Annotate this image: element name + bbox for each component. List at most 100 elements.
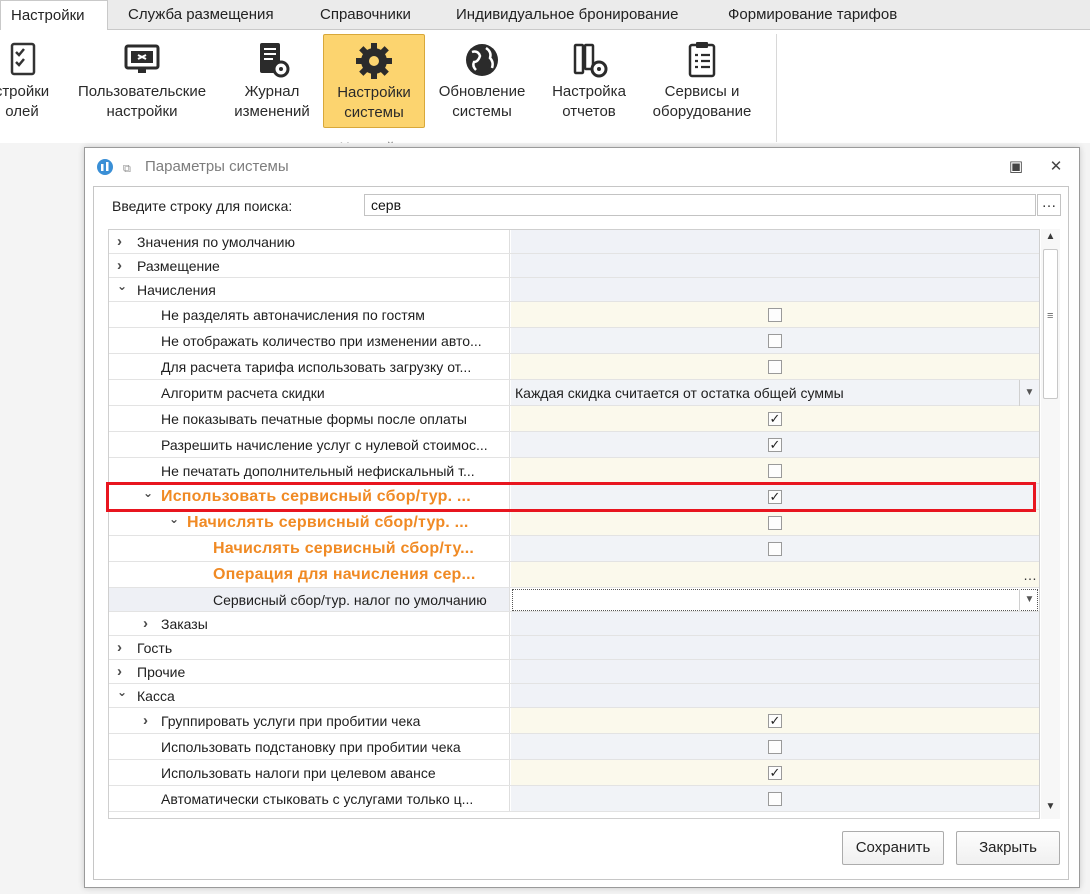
ellipsis-button[interactable]: … [1023,562,1037,588]
setting-value-cell[interactable]: ✓ [511,484,1039,509]
setting-value-cell[interactable] [511,734,1039,759]
scroll-down-icon[interactable]: ▼ [1041,801,1060,817]
setting-value-cell[interactable] [511,510,1039,535]
setting-row[interactable]: Не разделять автоначисления по гостям [109,302,1039,328]
collapse-chevron-icon[interactable]: ⌄ [117,278,127,294]
setting-row[interactable]: Автоматически стыковать с услугами тольк… [109,786,1039,812]
setting-value-cell[interactable] [511,458,1039,483]
ribbon-button-role-settings[interactable]: стройки олей [0,34,58,128]
checkbox-unchecked[interactable] [768,792,782,806]
ribbon-button-system-update[interactable]: Обновление системы [430,34,534,128]
checkbox-checked[interactable]: ✓ [768,412,782,426]
setting-row[interactable]: ⌄ Использовать сервисный сбор/тур. ... ✓ [109,484,1039,510]
checkbox-unchecked[interactable] [768,516,782,530]
search-input[interactable] [364,194,1036,216]
ribbon-button-user-settings[interactable]: Пользовательские настройки [70,34,214,128]
checkbox-checked[interactable]: ✓ [768,438,782,452]
dialog-content: Введите строку для поиска: … › Значения п… [93,186,1069,880]
setting-row[interactable]: Разрешить начисление услуг с нулевой сто… [109,432,1039,458]
setting-row[interactable]: › Группировать услуги при пробитии чека ✓ [109,708,1039,734]
checkbox-unchecked[interactable] [768,542,782,556]
setting-value-cell[interactable]: ✓ [511,432,1039,457]
setting-value-cell[interactable] [511,536,1039,561]
tree-group-row[interactable]: › Гость [109,636,1039,660]
checkbox-unchecked[interactable] [768,464,782,478]
setting-row[interactable]: Операция для начисления сер...… [109,562,1039,588]
ribbon-button-report-settings[interactable]: Настройка отчетов [542,34,636,128]
tree-group-row[interactable]: ⌄ Начисления [109,278,1039,302]
ribbon-button-label: Настройки [337,84,411,101]
ribbon-button-system-settings[interactable]: Настройки системы [323,34,425,128]
expand-chevron-icon[interactable]: › [117,636,122,659]
pin-icon[interactable]: ⧉ [123,163,131,176]
setting-name-cell: Разрешить начисление услуг с нулевой сто… [109,432,510,457]
setting-row[interactable]: ⌄ Начислять сервисный сбор/тур. ... [109,510,1039,536]
setting-name-cell: Не отображать количество при изменении а… [109,328,510,353]
tab-settings[interactable]: Настройки [0,0,108,31]
checkbox-checked[interactable]: ✓ [768,490,782,504]
checkbox-unchecked[interactable] [768,334,782,348]
ribbon-button-services-equipment[interactable]: Сервисы и оборудование [644,34,760,128]
focused-dropdown-field[interactable] [512,589,1038,611]
setting-value-cell[interactable]: … [511,562,1039,587]
scroll-thumb[interactable]: ≡ [1043,249,1058,399]
checkbox-unchecked[interactable] [768,360,782,374]
tab-tariff-formation[interactable]: Формирование тарифов [718,0,907,30]
scroll-up-icon[interactable]: ▲ [1041,231,1060,247]
setting-name-cell: Использовать налоги при целевом авансе [109,760,510,785]
expand-chevron-icon[interactable]: › [117,230,122,253]
search-options-button[interactable]: … [1037,194,1061,216]
checkbox-unchecked[interactable] [768,308,782,322]
setting-value-cell[interactable] [511,328,1039,353]
tab-directories[interactable]: Справочники [310,0,421,30]
ribbon-button-change-log[interactable]: Журнал изменений [226,34,318,128]
setting-row[interactable]: Не отображать количество при изменении а… [109,328,1039,354]
setting-name-cell: Автоматически стыковать с услугами тольк… [109,786,510,811]
checkbox-checked[interactable]: ✓ [768,714,782,728]
checkbox-checked[interactable]: ✓ [768,766,782,780]
setting-value-cell[interactable]: ▼ [511,588,1039,611]
vertical-scrollbar[interactable]: ▲ ≡ ▼ [1041,229,1060,819]
setting-row[interactable]: Не показывать печатные формы после оплат… [109,406,1039,432]
expand-chevron-icon[interactable]: › [117,660,122,683]
tree-group-row[interactable]: › Заказы [109,612,1039,636]
setting-value-cell[interactable]: ✓ [511,760,1039,785]
setting-name-cell: › Размещение [109,254,510,277]
setting-row[interactable]: Использовать подстановку при пробитии че… [109,734,1039,760]
expand-chevron-icon[interactable]: › [117,254,122,277]
setting-row[interactable]: Сервисный сбор/тур. налог по умолчанию ▼ [109,588,1039,612]
dropdown-arrow-icon[interactable]: ▼ [1019,380,1039,406]
expand-chevron-icon[interactable]: › [143,612,148,635]
close-icon[interactable]: ✕ [1045,157,1067,177]
setting-value-cell[interactable]: ✓ [511,708,1039,733]
save-button[interactable]: Сохранить [842,831,944,865]
setting-value-cell[interactable] [511,354,1039,379]
expand-chevron-icon[interactable]: › [143,708,148,733]
setting-row[interactable]: Не печатать дополнительный нефискальный … [109,458,1039,484]
setting-label: Начислять сервисный сбор/тур. ... [187,514,469,531]
setting-row[interactable]: Алгоритм расчета скидки Каждая скидка счи… [109,380,1039,406]
setting-value-cell[interactable]: Каждая скидка считается от остатка общей… [511,380,1039,406]
tab-accommodation-service[interactable]: Служба размещения [118,0,284,30]
tab-individual-booking[interactable]: Индивидуальное бронирование [446,0,688,30]
tree-group-row[interactable]: › Значения по умолчанию [109,230,1039,254]
setting-value-cell[interactable] [511,302,1039,327]
close-button[interactable]: Закрыть [956,831,1060,865]
setting-row[interactable]: Использовать налоги при целевом авансе ✓ [109,760,1039,786]
setting-value-cell[interactable] [511,786,1039,811]
tree-group-row[interactable]: › Размещение [109,254,1039,278]
tree-group-row[interactable]: › Прочие [109,660,1039,684]
collapse-chevron-icon[interactable]: ⌄ [117,684,127,700]
tree-group-row[interactable]: ⌄ Касса [109,684,1039,708]
setting-value-cell [511,254,1039,277]
setting-label: Касса [137,688,175,704]
setting-row[interactable]: Начислять сервисный сбор/ту... [109,536,1039,562]
setting-row[interactable]: Для расчета тарифа использовать загрузку… [109,354,1039,380]
collapse-chevron-icon[interactable]: ⌄ [143,484,153,502]
setting-value-cell[interactable]: ✓ [511,406,1039,431]
maximize-icon[interactable]: ▣ [1005,157,1027,177]
gear-icon [356,43,392,79]
dropdown-arrow-icon[interactable]: ▼ [1019,589,1039,611]
collapse-chevron-icon[interactable]: ⌄ [169,510,179,528]
checkbox-unchecked[interactable] [768,740,782,754]
